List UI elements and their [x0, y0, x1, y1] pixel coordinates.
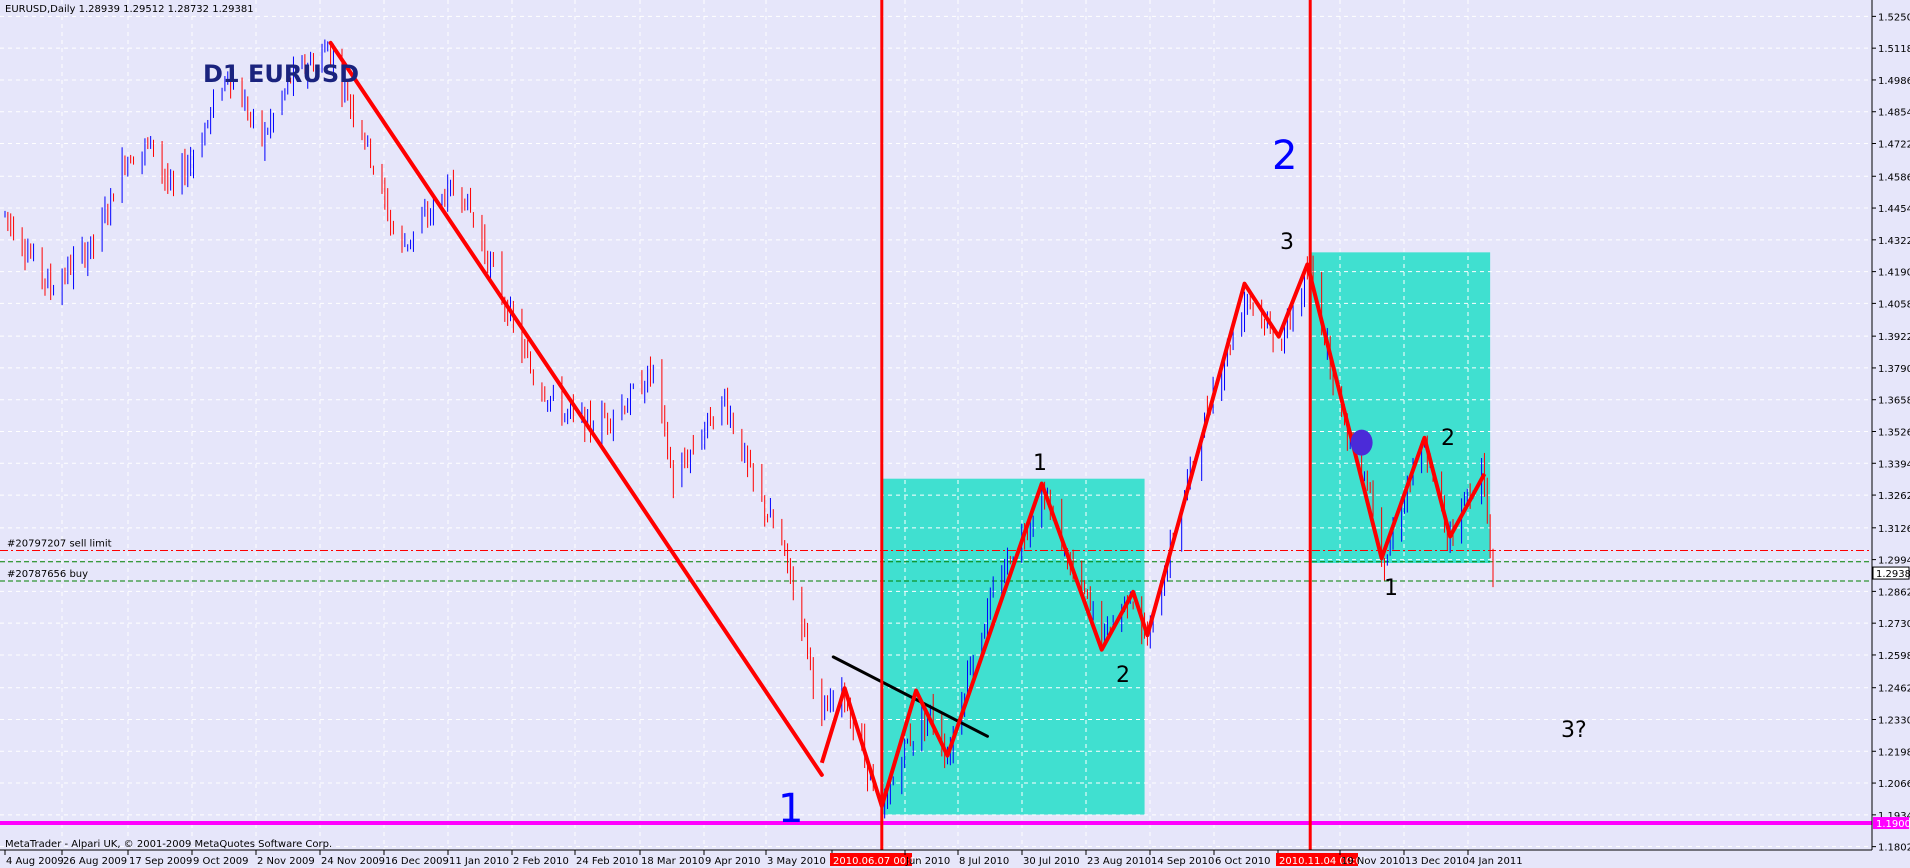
price-tick-label: 1.41900 [1878, 268, 1910, 279]
time-tick-label: 17 Sep 2009 [129, 856, 192, 867]
price-tick-label: 1.18020 [1878, 843, 1910, 854]
price-tick-label: 1.21980 [1878, 747, 1910, 758]
order-label: #20797207 sell limit [7, 538, 112, 549]
price-tick-label: 1.52500 [1878, 12, 1910, 23]
support-price-label: 1.19000 [1876, 819, 1910, 830]
price-tick-label: 1.33940 [1878, 459, 1910, 470]
price-tick-label: 1.35260 [1878, 428, 1910, 439]
time-tick-label: 18 Mar 2010 [641, 856, 704, 867]
wave-label-box2-1: 1 [1384, 576, 1398, 601]
price-tick-label: 1.47220 [1878, 140, 1910, 151]
chart-window[interactable]: EURUSD,Daily 1.28939 1.29512 1.28732 1.2… [0, 0, 1910, 868]
copyright-text: MetaTrader - Alpari UK, © 2001-2009 Meta… [5, 839, 332, 850]
price-tick-label: 1.43220 [1878, 236, 1910, 247]
wave-label-box1-2: 2 [1116, 663, 1130, 688]
order-label: #20787656 buy [7, 569, 88, 580]
price-tick-label: 1.48540 [1878, 108, 1910, 119]
price-tick-label: 1.29940 [1878, 556, 1910, 567]
time-tick-label: 16 Dec 2009 [385, 856, 449, 867]
time-tick-label: 2 Feb 2010 [513, 856, 569, 867]
time-tick-label: 2 Nov 2009 [257, 856, 315, 867]
time-tick-label: 9 Apr 2010 [705, 856, 760, 867]
time-tick-label: 3 May 2010 [767, 856, 826, 867]
price-tick-label: 1.32620 [1878, 491, 1910, 502]
price-tick-label: 1.39220 [1878, 332, 1910, 343]
chart-title: D1 EURUSD [203, 60, 359, 88]
price-tick-label: 1.45860 [1878, 172, 1910, 183]
price-tick-label: 1.23300 [1878, 715, 1910, 726]
time-tick-label: 30 Jul 2010 [1023, 856, 1080, 867]
wave-label-box2-2: 2 [1441, 426, 1455, 451]
price-tick-label: 1.49860 [1878, 76, 1910, 87]
price-tick-label: 1.24620 [1878, 684, 1910, 695]
current-price-label: 1.29381 [1876, 569, 1910, 580]
time-tick-label: Jun 2010 [905, 856, 950, 867]
symbol-ohlc-header: EURUSD,Daily 1.28939 1.29512 1.28732 1.2… [5, 4, 254, 15]
price-tick-label: 1.31260 [1878, 524, 1910, 535]
price-tick-label: 1.27300 [1878, 619, 1910, 630]
price-tick-label: 1.51180 [1878, 44, 1910, 55]
wave-label-box1-1: 1 [1033, 451, 1047, 476]
price-tick-label: 1.37900 [1878, 364, 1910, 375]
price-tick-label: 1.20660 [1878, 779, 1910, 790]
time-tick-label: 8 Jul 2010 [959, 856, 1009, 867]
price-tick-label: 1.28620 [1878, 587, 1910, 598]
circle-marker[interactable] [1350, 429, 1373, 456]
time-tick-label: 26 Aug 2009 [63, 856, 127, 867]
time-tick-label: 9 Oct 2009 [193, 856, 248, 867]
wave-label-big-2: 2 [1272, 133, 1297, 179]
time-tick-label: 19 Nov 2010 [1341, 856, 1405, 867]
time-tick-label: 4 Aug 2009 [6, 856, 64, 867]
wave-label-future-3: 3? [1561, 718, 1587, 743]
time-tick-label: 11 Jan 2010 [449, 856, 509, 867]
time-tick-label: 4 Jan 2011 [1469, 856, 1523, 867]
wave-label-big-1: 1 [778, 786, 803, 832]
price-chart[interactable]: EURUSD,Daily 1.28939 1.29512 1.28732 1.2… [0, 0, 1910, 868]
wave-label-peak-3: 3 [1280, 230, 1294, 255]
time-tick-label: 24 Feb 2010 [576, 856, 638, 867]
time-tick-label: 13 Dec 2010 [1405, 856, 1469, 867]
time-tick-label: 23 Aug 2010 [1087, 856, 1151, 867]
price-tick-label: 1.36580 [1878, 396, 1910, 407]
price-tick-label: 1.25980 [1878, 651, 1910, 662]
time-tick-label: 24 Nov 2009 [321, 856, 385, 867]
time-tick-label: 6 Oct 2010 [1215, 856, 1270, 867]
time-tick-label: 14 Sep 2010 [1151, 856, 1214, 867]
price-tick-label: 1.40580 [1878, 299, 1910, 310]
price-tick-label: 1.44540 [1878, 204, 1910, 215]
